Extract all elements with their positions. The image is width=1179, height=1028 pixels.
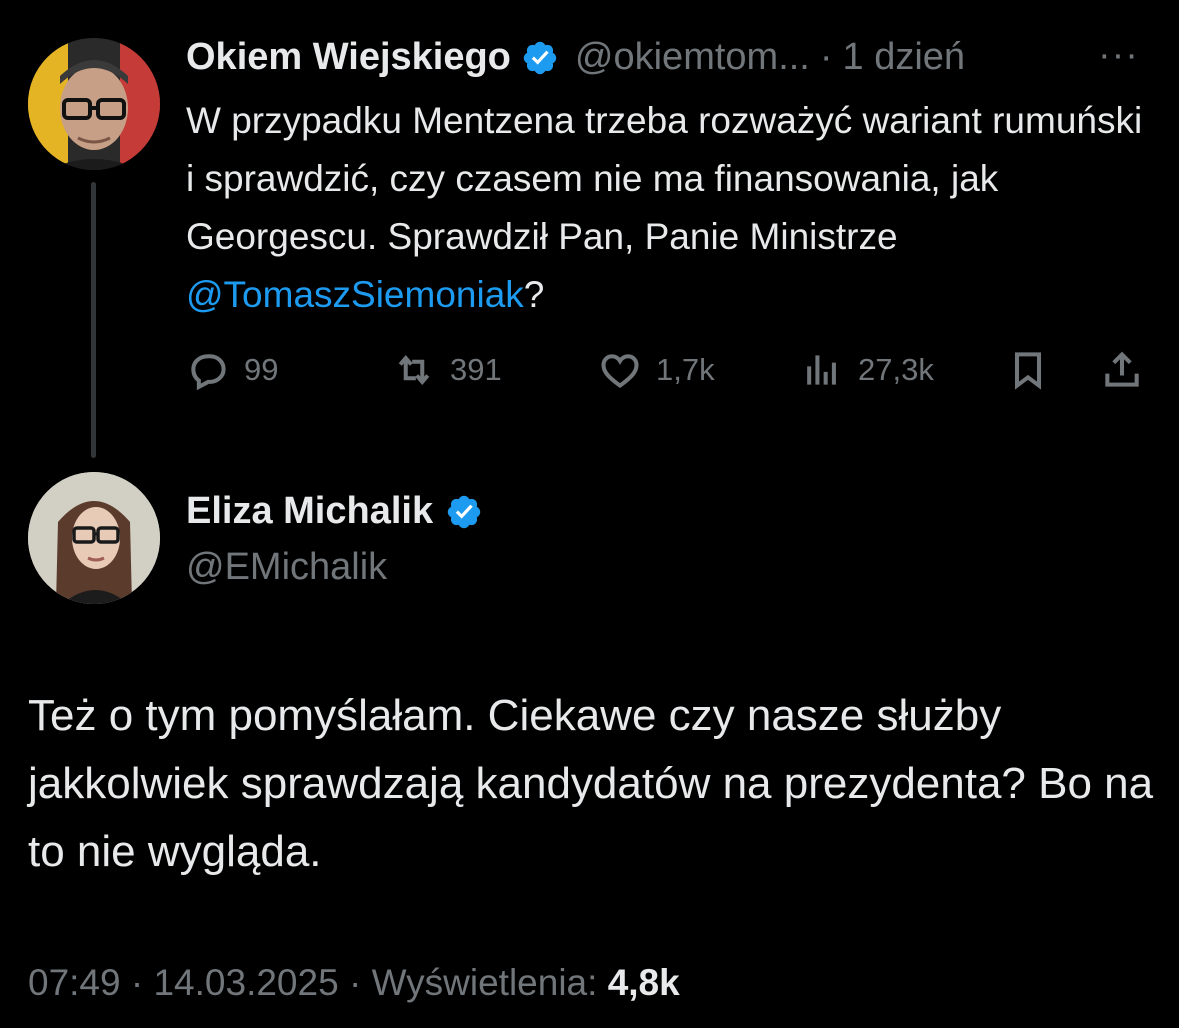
avatar-portrait-icon — [28, 472, 160, 604]
verified-badge-icon — [523, 41, 557, 74]
reply-time[interactable]: 07:49 — [28, 962, 121, 1003]
author-name[interactable]: Okiem Wiejskiego — [186, 36, 511, 79]
reply-button[interactable]: 99 — [186, 348, 278, 392]
bookmark-icon — [1014, 352, 1042, 390]
thread-connector-line — [91, 182, 96, 458]
reply-date[interactable]: 14.03.2025 — [153, 962, 338, 1003]
author-handle[interactable]: @okiemtom... — [575, 36, 810, 79]
repost-button[interactable]: 391 — [392, 348, 502, 392]
repost-count: 391 — [450, 352, 502, 387]
reply-author-handle[interactable]: @EMichalik — [186, 546, 387, 589]
like-button[interactable]: 1,7k — [598, 348, 715, 392]
tweet-time[interactable]: 1 dzień — [843, 36, 966, 79]
views-button[interactable]: 27,3k — [800, 348, 934, 392]
views-value: 4,8k — [607, 962, 680, 1003]
meta-separator: · — [348, 962, 362, 1003]
avatar-okiem-wiejskiego[interactable] — [28, 38, 160, 170]
like-count: 1,7k — [656, 352, 715, 387]
verified-badge-icon — [447, 495, 481, 528]
tweet-body: W przypadku Mentzena trzeba rozważyć war… — [186, 92, 1146, 324]
reply-count: 99 — [244, 352, 279, 387]
tweet-text: W przypadku Mentzena trzeba rozważyć war… — [186, 100, 1143, 257]
views-count: 27,3k — [858, 352, 934, 387]
reply-body: Też o tym pomyślałam. Ciekawe czy nasze … — [28, 691, 1154, 876]
reply-header: Eliza Michalik — [186, 490, 483, 533]
tweet-text-end: ? — [523, 274, 545, 315]
speech-bubble-icon — [191, 354, 226, 391]
avatar-eliza-michalik[interactable] — [28, 472, 160, 604]
heart-icon — [601, 354, 639, 389]
meta-separator: · — [819, 36, 833, 78]
reply-author-name[interactable]: Eliza Michalik — [186, 490, 433, 533]
more-options-icon[interactable]: ··· — [1098, 34, 1139, 77]
views-label: Wyświetlenia: — [371, 962, 598, 1003]
reply-meta: 07:49 · 14.03.2025 · Wyświetlenia: 4,8k — [28, 962, 680, 1004]
tweet-header: Okiem Wiejskiego @okiemtom... · 1 dzień — [186, 36, 965, 79]
mention-link[interactable]: @TomaszSiemoniak — [186, 274, 524, 315]
repost-arrows-icon — [398, 354, 430, 386]
bar-chart-icon — [807, 355, 836, 385]
share-upload-icon — [1105, 351, 1139, 387]
bookmark-button[interactable] — [1006, 348, 1050, 392]
meta-separator: · — [130, 962, 144, 1003]
avatar-portrait-icon — [28, 38, 160, 170]
share-button[interactable] — [1100, 348, 1144, 392]
